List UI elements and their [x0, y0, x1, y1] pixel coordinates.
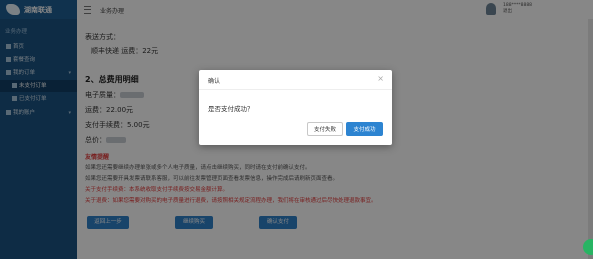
payment-success-button[interactable]: 支付成功 [346, 122, 383, 136]
payment-failed-button[interactable]: 支付失败 [307, 122, 343, 136]
dialog-header: 确认 × [199, 70, 392, 90]
dialog-message: 是否支付成功？ [208, 105, 254, 113]
dialog-title: 确认 [208, 78, 221, 85]
chat-float-icon[interactable] [583, 239, 593, 255]
confirm-dialog: 确认 × 是否支付成功？ 支付失败 支付成功 [199, 70, 392, 145]
close-icon[interactable]: × [377, 74, 384, 83]
